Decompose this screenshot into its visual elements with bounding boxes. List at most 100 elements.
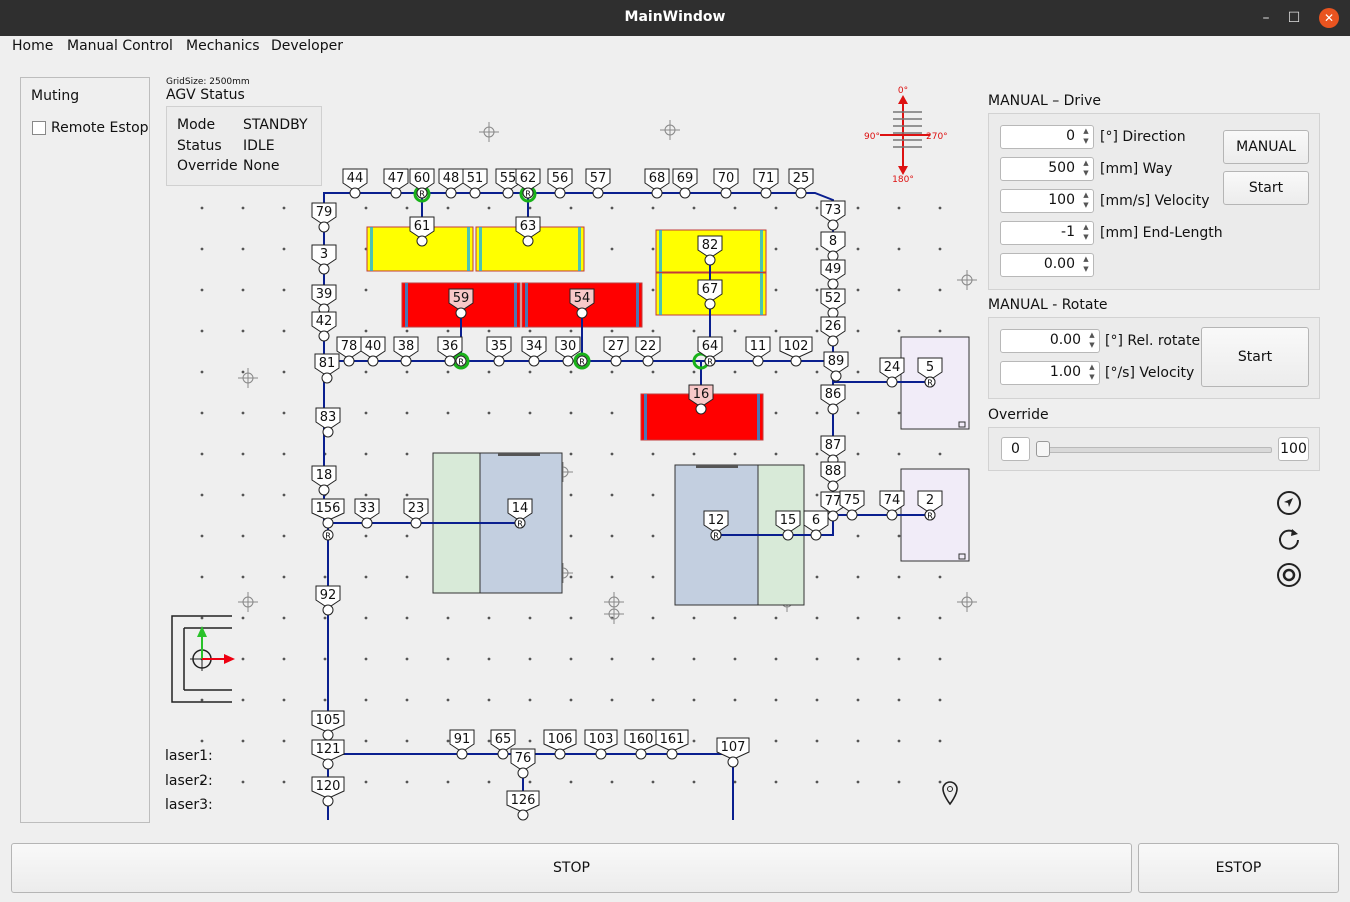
- compass-label-w: 90°: [864, 132, 880, 142]
- vehicle-origin-icon: [171, 615, 235, 703]
- grid-dot: [651, 452, 655, 456]
- laser3-label: laser3:: [165, 797, 213, 813]
- grid-dot: [364, 452, 368, 456]
- grid-dot: [569, 493, 573, 497]
- menu-home[interactable]: Home: [12, 38, 53, 54]
- spin-arrows-icon[interactable]: ▲ ▼: [1079, 222, 1093, 244]
- direction-spinbox[interactable]: 0 ▲ ▼: [1000, 125, 1094, 149]
- grid-dot: [692, 657, 696, 661]
- node-label: 86: [825, 387, 842, 402]
- rel-rotate-spinbox[interactable]: 0.00 ▲ ▼: [1000, 329, 1100, 353]
- velocity-spinbox[interactable]: 100 ▲ ▼: [1000, 189, 1094, 213]
- spin-arrows-icon[interactable]: ▲ ▼: [1079, 158, 1093, 180]
- override-slider-track[interactable]: [1040, 447, 1272, 453]
- grid-dot: [897, 534, 901, 538]
- remote-estop-checkbox[interactable]: [32, 121, 46, 135]
- grid-dot: [733, 616, 737, 620]
- grid-dot: [651, 247, 655, 251]
- grid-dot: [487, 411, 491, 415]
- refresh-icon[interactable]: [1275, 525, 1303, 553]
- stop-button[interactable]: STOP: [11, 843, 1132, 893]
- node-label: 44: [347, 171, 364, 186]
- spin-arrows-icon[interactable]: ▲ ▼: [1079, 126, 1093, 148]
- override-label: Override: [177, 158, 238, 174]
- spin-arrows-icon[interactable]: ▲ ▼: [1085, 362, 1099, 384]
- spin-arrows-icon[interactable]: ▲ ▼: [1079, 254, 1093, 276]
- grid-dot: [774, 780, 778, 784]
- node-point: [827, 480, 839, 492]
- grid-dot: [241, 452, 245, 456]
- minimize-icon[interactable]: –: [1256, 8, 1276, 28]
- grid-dot: [610, 780, 614, 784]
- navigate-icon[interactable]: [1275, 489, 1303, 517]
- node-point: [497, 748, 509, 760]
- spin-arrows-icon[interactable]: ▲ ▼: [1079, 190, 1093, 212]
- robot-marker-letter: R: [517, 520, 523, 529]
- rotate-start-button[interactable]: Start: [1201, 327, 1309, 387]
- extra-spinbox[interactable]: 0.00 ▲ ▼: [1000, 253, 1094, 277]
- grid-dot: [692, 452, 696, 456]
- override-slider-handle[interactable]: [1036, 441, 1050, 457]
- rotate-velocity-unit: [°/s] Velocity: [1105, 365, 1195, 381]
- target-icon[interactable]: [1275, 561, 1303, 589]
- grid-dot: [405, 411, 409, 415]
- grid-dot: [364, 206, 368, 210]
- menu-bar: Home Manual Control Mechanics Developer: [0, 36, 1350, 58]
- robot-marker-icon: R: [924, 509, 936, 521]
- drive-start-button[interactable]: Start: [1223, 171, 1309, 205]
- close-icon[interactable]: ✕: [1319, 8, 1339, 28]
- node-label: 75: [844, 493, 861, 508]
- node-point: [554, 187, 566, 199]
- spin-arrows-icon[interactable]: ▲ ▼: [1085, 330, 1099, 352]
- node-point: [782, 529, 794, 541]
- station-edge: [525, 283, 528, 327]
- node-point: [517, 767, 529, 779]
- node-86: 86: [820, 384, 846, 415]
- grid-dot: [446, 657, 450, 661]
- node-point: [322, 758, 334, 770]
- zone-marker: [696, 465, 738, 468]
- node-18: 18: [311, 465, 337, 496]
- node-point: [752, 355, 764, 367]
- node-79: 79: [311, 202, 337, 233]
- override-title: Override: [988, 407, 1049, 423]
- robot-marker-letter: R: [707, 358, 713, 367]
- grid-dot: [405, 534, 409, 538]
- grid-dot: [774, 247, 778, 251]
- node-label: 78: [341, 339, 358, 354]
- grid-dot: [610, 657, 614, 661]
- manual-rotate-title: MANUAL - Rotate: [988, 297, 1108, 313]
- pin-dot: [947, 786, 953, 792]
- grid-dot: [282, 616, 286, 620]
- grid-dot: [241, 534, 245, 538]
- menu-mechanics[interactable]: Mechanics: [186, 38, 260, 54]
- compass-arrow: [898, 95, 908, 104]
- grid-dot: [733, 698, 737, 702]
- node-label: 68: [649, 171, 666, 186]
- rotate-velocity-spinbox[interactable]: 1.00 ▲ ▼: [1000, 361, 1100, 385]
- end-length-spinbox[interactable]: -1 ▲ ▼: [1000, 221, 1094, 245]
- way-spinbox[interactable]: 500 ▲ ▼: [1000, 157, 1094, 181]
- grid-dot: [856, 329, 860, 333]
- crosshair-icon: [238, 368, 258, 388]
- node-label: 57: [590, 171, 607, 186]
- node-point: [410, 517, 422, 529]
- node-126: 126: [506, 790, 540, 821]
- grid-dot: [487, 616, 491, 620]
- node-label: 27: [608, 339, 625, 354]
- menu-manual-control[interactable]: Manual Control: [67, 38, 173, 54]
- node-point: [610, 355, 622, 367]
- window-title: MainWindow: [624, 9, 726, 25]
- manual-button[interactable]: MANUAL: [1223, 130, 1309, 164]
- maximize-icon[interactable]: ☐: [1284, 8, 1304, 28]
- node-point: [322, 795, 334, 807]
- node-label: 2: [926, 493, 934, 508]
- node-point: [318, 263, 330, 275]
- grid-dot: [651, 329, 655, 333]
- grid-dot: [405, 616, 409, 620]
- grid-dot: [200, 575, 204, 579]
- grid-dot: [856, 698, 860, 702]
- estop-button[interactable]: ESTOP: [1138, 843, 1339, 893]
- menu-developer[interactable]: Developer: [271, 38, 343, 54]
- station-edge: [479, 227, 482, 271]
